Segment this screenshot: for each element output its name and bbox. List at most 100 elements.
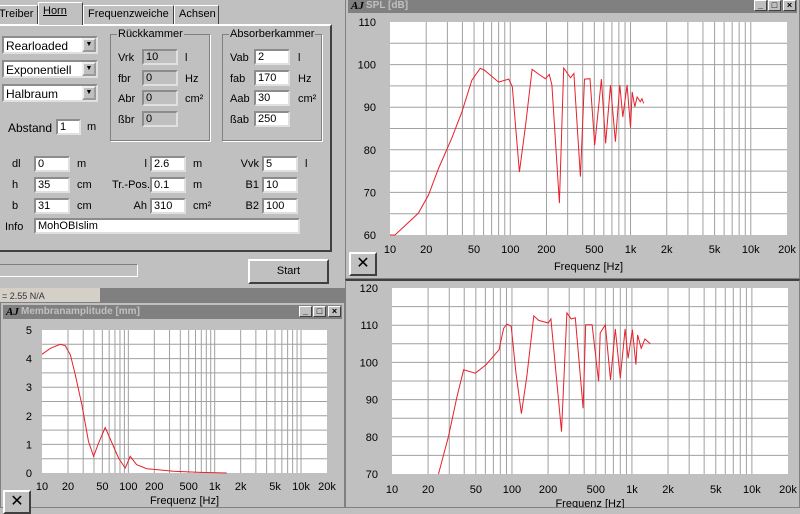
- param-label: l: [144, 158, 147, 170]
- y-tick-label: 80: [364, 145, 376, 157]
- button-label: Start: [276, 265, 301, 277]
- y-tick-label: 5: [26, 325, 32, 337]
- abstand-input[interactable]: 1: [56, 119, 81, 135]
- absorberkammer-unit: cm²: [298, 93, 317, 105]
- chevron-down-icon[interactable]: ▼: [82, 86, 96, 100]
- y-tick-label: 110: [358, 17, 376, 29]
- x-tick-label: 20: [420, 244, 432, 256]
- horn-mode-select[interactable]: Rearloaded ▼: [2, 36, 98, 54]
- spl-chart: 10 20 50 100 200 500 1k 2k 5k 10k 20k 60 70 80 90 100 11…: [358, 17, 797, 273]
- x-tick-label: 2k: [661, 244, 673, 256]
- param-unit: cm: [77, 200, 92, 212]
- tab-frequenzweiche[interactable]: Frequenzweiche: [83, 5, 174, 24]
- close-button[interactable]: ×: [328, 306, 341, 317]
- x-tick-label: 10k: [742, 244, 760, 256]
- param-input[interactable]: 310: [150, 198, 186, 214]
- x-tick-label: 20k: [778, 244, 796, 256]
- x-tick-label: 2k: [662, 484, 674, 496]
- chevron-down-icon[interactable]: ▼: [82, 38, 96, 52]
- y-tick-label: 2: [26, 411, 32, 423]
- x-tick-label: 50: [470, 484, 482, 496]
- param-input[interactable]: 100: [262, 198, 298, 214]
- y-tick-label: 70: [366, 469, 378, 481]
- status-text: = 2.55 N/A: [2, 291, 45, 301]
- param-input[interactable]: 10: [262, 177, 298, 193]
- chevron-down-icon[interactable]: ▼: [82, 62, 96, 76]
- param-label: Vvk: [240, 158, 259, 170]
- param-label: h: [12, 179, 19, 191]
- select-value: Exponentiell: [6, 63, 72, 77]
- tab-label: Treiber: [0, 8, 34, 20]
- x-tick-label: 10k: [743, 484, 761, 496]
- rueckkammer-unit: Hz: [185, 72, 199, 85]
- y-tick-label: 60: [364, 230, 376, 242]
- param-input[interactable]: 31: [34, 198, 70, 214]
- group-title: Absorberkammer: [229, 28, 316, 40]
- maximize-button[interactable]: □: [313, 306, 326, 317]
- status-area: = 2.55 N/A: [0, 288, 100, 302]
- param-unit: cm: [77, 179, 92, 191]
- info-input[interactable]: MohOBIslim: [34, 218, 300, 234]
- tab-treiber[interactable]: Treiber: [0, 5, 38, 24]
- y-tick-label: 3: [26, 382, 32, 394]
- tab-label: Horn: [43, 5, 67, 17]
- rueckkammer-input: 0: [142, 69, 178, 86]
- x-tick-label: 200: [539, 484, 557, 496]
- param-label: Ah: [133, 200, 147, 212]
- param-input[interactable]: 0: [34, 156, 70, 172]
- param-input[interactable]: 5: [262, 156, 298, 172]
- param-unit: l: [305, 158, 308, 170]
- y-tick-label: 90: [364, 102, 376, 114]
- membrane-title-bar[interactable]: AJ Membranamplitude [mm] _ □ ×: [3, 305, 342, 319]
- y-tick-label: 110: [360, 320, 378, 332]
- select-value: Rearloaded: [6, 39, 69, 53]
- tab-achsen[interactable]: Achsen: [174, 5, 219, 24]
- absorberkammer-input[interactable]: 30: [254, 90, 290, 106]
- tab-horn[interactable]: Horn: [38, 2, 83, 25]
- param-label: Tr.-Pos.: [112, 179, 151, 191]
- x-tick-label: 50: [468, 244, 480, 256]
- x-tick-label: 1k: [209, 481, 221, 493]
- x-tick-label: 2k: [235, 481, 247, 493]
- y-tick-label: 80: [366, 432, 378, 444]
- membrane-chart: 10 20 50 100 200 500 1k 2k 5k 10k 20k 0 1 2 3 4 5 Frequen…: [26, 325, 336, 507]
- param-input[interactable]: 2.6: [150, 156, 186, 172]
- rueckkammer-input: 0: [142, 110, 178, 127]
- rueckkammer-input: 10: [142, 49, 178, 65]
- rueckkammer-input: 0: [142, 90, 178, 106]
- absorberkammer-label: fab: [230, 72, 246, 85]
- x-tick-label: 1k: [625, 244, 637, 256]
- absorberkammer-input[interactable]: 170: [254, 69, 290, 86]
- x-tick-label: 5k: [709, 244, 721, 256]
- param-unit: m: [193, 158, 203, 170]
- x-tick-label: 500: [587, 484, 605, 496]
- start-button[interactable]: Start: [248, 259, 329, 284]
- absorberkammer-input[interactable]: 2: [254, 49, 290, 65]
- y-tick-label: 0: [26, 468, 32, 480]
- x-tick-label: 100: [501, 244, 519, 256]
- spl-chart-2: 10 20 50 100 200 500 1k 2k 5k 10k 20k 70 80 90 100 110 1…: [360, 283, 798, 508]
- param-input[interactable]: 35: [34, 177, 70, 193]
- rueckkammer-label: Abr: [118, 93, 136, 105]
- param-unit: cm²: [193, 200, 212, 212]
- y-tick-label: 90: [366, 395, 378, 407]
- absorberkammer-unit: Hz: [298, 72, 312, 85]
- x-tick-label: 200: [145, 481, 163, 493]
- minimize-button[interactable]: _: [299, 306, 312, 317]
- param-unit: m: [77, 158, 87, 170]
- y-tick-label: 100: [360, 357, 378, 369]
- x-tick-label: 50: [96, 481, 108, 493]
- abstand-label: Abstand: [8, 121, 53, 135]
- radiation-space-select[interactable]: Halbraum ▼: [2, 84, 98, 102]
- horn-shape-select[interactable]: Exponentiell ▼: [2, 60, 98, 78]
- x-tick-label: 10: [384, 244, 396, 256]
- absorberkammer-input[interactable]: 250: [254, 110, 290, 127]
- y-tick-label: 70: [364, 187, 376, 199]
- x-tick-label: 20: [62, 481, 74, 493]
- x-tick-label: 10k: [292, 481, 310, 493]
- x-tick-label: 500: [180, 481, 198, 493]
- x-axis-label: Frequenz [Hz]: [554, 261, 623, 273]
- param-input[interactable]: 0.1: [150, 177, 186, 193]
- abstand-unit: m: [87, 121, 97, 133]
- param-unit: m: [193, 179, 203, 191]
